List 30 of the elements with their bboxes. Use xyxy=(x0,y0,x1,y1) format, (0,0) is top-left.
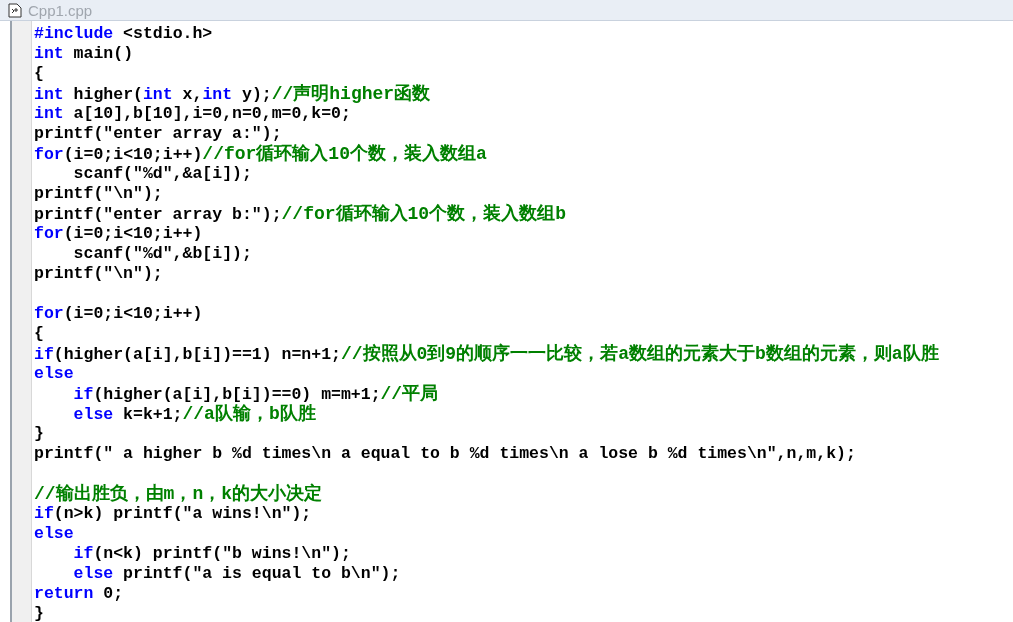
code-line: for(i=0;i<10;i++) xyxy=(34,224,203,244)
code-line: else printf("a is equal to b\n"); xyxy=(73,564,401,584)
code-line: if(n>k) printf("a wins!\n"); xyxy=(34,504,312,524)
code-line: return 0; xyxy=(34,584,124,604)
code-line: printf("enter array a:"); xyxy=(34,124,282,144)
code-line: //输出胜负，由m，n，k的大小决定 xyxy=(34,484,322,504)
code-line: #include <stdio.h> xyxy=(34,24,213,44)
code-line: printf("\n"); xyxy=(34,184,163,204)
file-tab-title[interactable]: Cpp1.cpp xyxy=(28,1,93,19)
code-line: else xyxy=(34,524,74,544)
code-line: else xyxy=(34,364,74,384)
code-line: printf("\n"); xyxy=(34,264,163,284)
code-line: int higher(int x,int y);//声明higher函数 xyxy=(34,84,431,104)
code-line: else k=k+1;//a队输，b队胜 xyxy=(73,404,316,424)
code-line: int main() xyxy=(34,44,134,64)
code-line: printf("enter array b:");//for循环输入10个数，装入数组b xyxy=(34,204,566,224)
code-line: scanf("%d",&a[i]); xyxy=(72,164,252,184)
code-line: int a[10],b[10],i=0,n=0,m=0,k=0; xyxy=(34,104,351,124)
code-line: if(n<k) printf("b wins!\n"); xyxy=(73,544,351,564)
code-line: } xyxy=(34,604,44,622)
file-icon xyxy=(8,2,22,18)
code-line: { xyxy=(34,324,44,344)
code-line: if(higher(a[i],b[i])==0) m=m+1;//平局 xyxy=(73,384,439,404)
code-line: } xyxy=(34,424,44,444)
code-line: for(i=0;i<10;i++)//for循环输入10个数，装入数组a xyxy=(34,144,487,164)
code-line: printf(" a higher b %d times\n a equal to b %d times\n a lose b %d times\n",n,m,k); xyxy=(34,444,856,464)
code-line: if(higher(a[i],b[i])==1) n=n+1;//按照从0到9的顺序一一比较，若a数组的元素大于b数组的元素，则a队胜 xyxy=(34,344,939,364)
code-line: scanf("%d",&b[i]); xyxy=(72,244,252,264)
code-line: for(i=0;i<10;i++) xyxy=(34,304,203,324)
code-line: { xyxy=(34,64,44,84)
